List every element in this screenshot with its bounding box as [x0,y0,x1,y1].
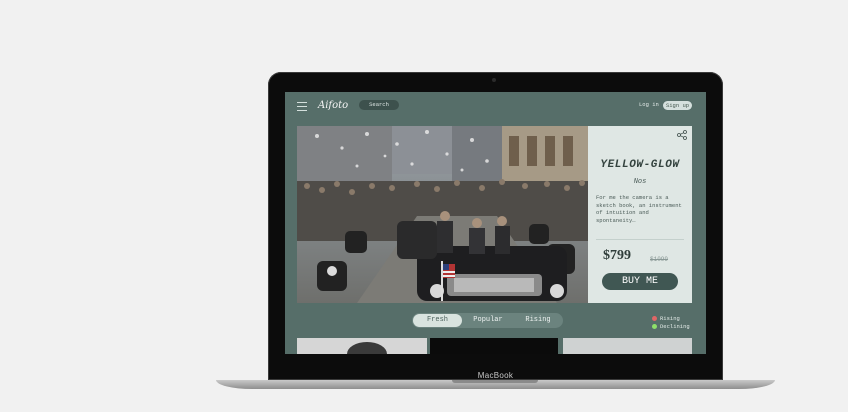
rising-dot-icon [652,315,657,321]
legend-item-rising: Rising [652,314,690,322]
product-card: YELLOW-GLOW Nos For me the camera is a s… [588,126,692,303]
legend-item-declining: Declining [652,322,690,330]
camera-dot [492,78,496,82]
tab-rising[interactable]: Rising [514,314,562,327]
card-divider [596,239,684,240]
hero-photo[interactable] [297,126,588,303]
tab-fresh[interactable]: Fresh [413,314,462,327]
device-brand-label: MacBook [477,371,514,380]
declining-dot-icon [652,323,657,329]
login-link[interactable]: Log in [639,101,659,108]
tab-popular[interactable]: Popular [464,314,512,327]
product-title: YELLOW-GLOW [600,159,680,171]
hamburger-menu-icon[interactable] [297,102,307,111]
filter-tabs: Fresh Popular Rising [412,313,563,328]
product-subtitle: Nos [633,178,647,186]
signup-button[interactable]: Sign up [663,101,692,110]
product-price: $799 [603,248,631,263]
gallery-thumbnail[interactable] [430,338,558,354]
product-description: For me the camera is a sketch book, an i… [596,194,682,224]
buy-button[interactable]: BUY ME [602,273,678,290]
gallery-thumbnail[interactable] [297,338,427,354]
product-old-price: $1099 [650,256,669,263]
app-screen: Aifoto Search Log in Sign up YELLOW-GLOW… [285,92,706,354]
search-button[interactable]: Search [359,100,399,110]
site-logo[interactable]: Aifoto [318,100,348,111]
legend-label-rising: Rising [660,314,680,322]
gallery-thumbnail[interactable] [563,338,692,354]
trend-legend: Rising Declining [652,314,690,330]
share-icon[interactable] [677,130,687,140]
laptop-notch [452,380,538,383]
legend-label-declining: Declining [660,322,690,330]
